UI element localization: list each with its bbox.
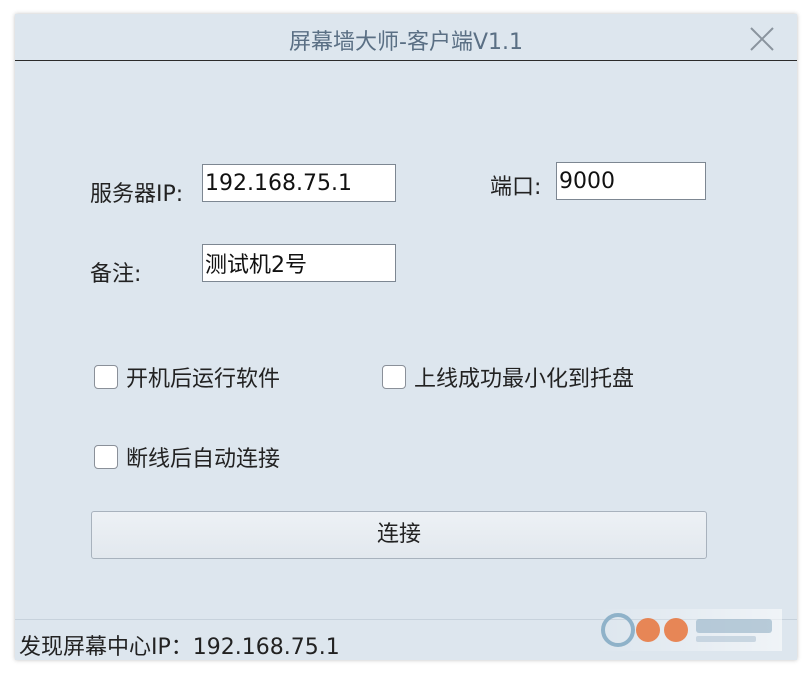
title-bar[interactable]: 屏幕墙大师-客户端V1.1	[15, 14, 797, 61]
window-title: 屏幕墙大师-客户端V1.1	[289, 30, 523, 55]
reconnect-option[interactable]: 断线后自动连接	[94, 441, 280, 473]
minimize-option[interactable]: 上线成功最小化到托盘	[382, 361, 634, 393]
port-input[interactable]	[556, 162, 706, 200]
server-ip-input[interactable]	[202, 164, 396, 202]
status-text: 发现屏幕中心IP：192.168.75.1	[19, 635, 340, 660]
site-logo-icon	[596, 609, 782, 651]
reconnect-label: 断线后自动连接	[126, 447, 281, 472]
app-window: 屏幕墙大师-客户端V1.1 服务器IP: 端口: 备注: 开机后运行软件 上线成…	[15, 14, 797, 660]
autostart-label: 开机后运行软件	[126, 367, 281, 392]
minimize-checkbox[interactable]	[382, 365, 406, 389]
autostart-checkbox[interactable]	[94, 365, 118, 389]
autostart-option[interactable]: 开机后运行软件	[94, 361, 280, 393]
connect-button[interactable]: 连接	[91, 511, 707, 559]
port-label: 端口:	[490, 175, 542, 200]
close-button[interactable]	[749, 26, 775, 52]
reconnect-checkbox[interactable]	[94, 445, 118, 469]
minimize-label: 上线成功最小化到托盘	[414, 367, 635, 392]
note-label: 备注:	[90, 262, 142, 287]
note-input[interactable]	[202, 244, 396, 282]
server-ip-label: 服务器IP:	[90, 182, 184, 207]
close-icon	[750, 27, 774, 51]
